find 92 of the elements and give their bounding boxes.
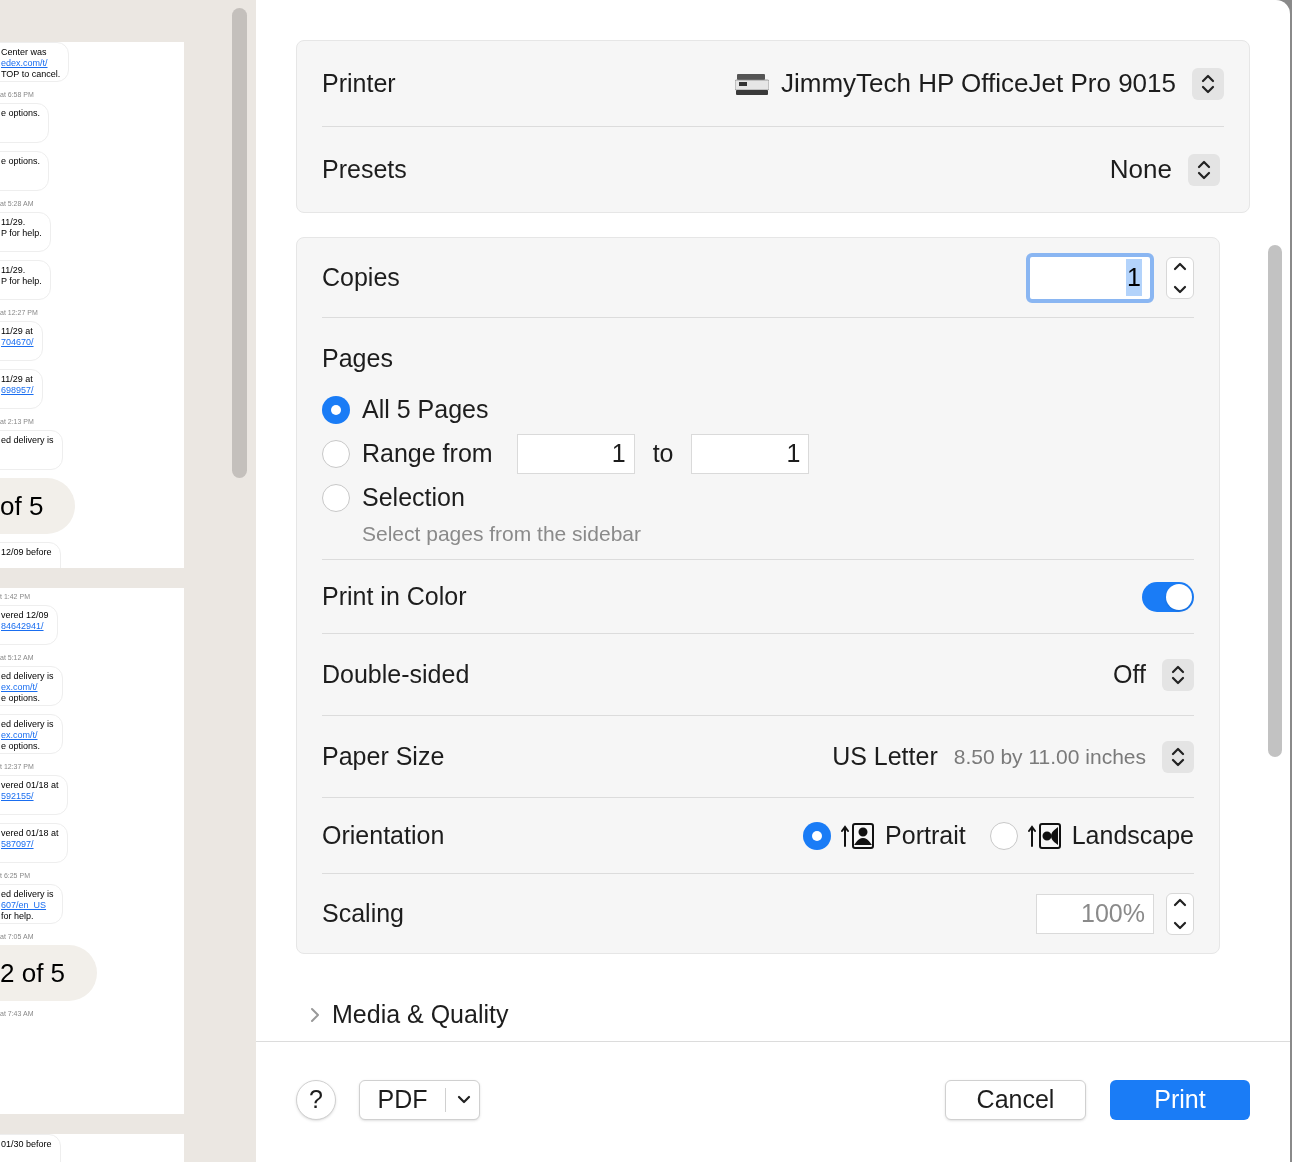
setting-label: Printer <box>322 67 396 99</box>
message-text: ed delivery is <box>1 435 54 446</box>
pdf-menu-button[interactable]: PDF <box>359 1080 480 1120</box>
cancel-button[interactable]: Cancel <box>945 1080 1086 1120</box>
message-link[interactable]: 587097/ <box>1 839 34 850</box>
toggle-switch[interactable] <box>1142 581 1194 612</box>
message-link[interactable]: edex.com/t/ <box>1 58 48 69</box>
message-text: 11/29. <box>1 217 26 228</box>
range-from-field[interactable]: 1 <box>516 433 635 474</box>
chevron-up-icon <box>1173 261 1187 271</box>
scrollbar-thumb[interactable] <box>232 8 247 478</box>
landscape-orientation-icon <box>1027 821 1062 850</box>
chevron-down-icon <box>457 1095 471 1105</box>
stepper-button[interactable] <box>1188 153 1220 186</box>
message-text: e options. <box>1 156 41 167</box>
message-text: vered 01/18 at <box>1 780 59 791</box>
page-thumbnail[interactable]: 01/30 before <box>0 1134 184 1162</box>
page-thumbnail[interactable] <box>0 42 184 568</box>
printer-icon <box>735 71 769 96</box>
message-text: ed delivery is <box>1 889 54 900</box>
message-text: e options. <box>1 741 41 752</box>
radio-button[interactable] <box>803 821 832 850</box>
message-link[interactable]: 607/en_US <box>1 900 47 911</box>
setting-label: Print in Color <box>322 580 467 612</box>
setting-label: Copies <box>322 261 400 293</box>
message-text: TOP to cancel. <box>1 69 61 80</box>
up-down-chevron-icon <box>1171 745 1185 768</box>
chevron-up-icon <box>1173 897 1187 907</box>
radio-button[interactable] <box>322 439 350 468</box>
media-quality-disclosure[interactable]: Media & Quality <box>310 996 509 1034</box>
radio-button[interactable] <box>322 483 350 512</box>
setting-label: Pages <box>322 343 394 374</box>
message-link[interactable]: 84642941/ <box>1 621 44 632</box>
setting-label: Scaling <box>322 897 404 929</box>
message-link[interactable]: ex.com/t/ <box>1 730 38 741</box>
message-text: vered 12/09 <box>1 610 49 621</box>
up-down-chevron-icon <box>1197 158 1211 181</box>
copies-field[interactable]: 1 <box>1026 252 1154 303</box>
scaling-field[interactable]: 100% <box>1036 893 1154 934</box>
message-link[interactable]: ex.com/t/ <box>1 682 38 693</box>
paper-size-value: US Letter <box>832 740 938 772</box>
portrait-orientation-icon <box>841 821 876 850</box>
message-text: e options. <box>1 693 41 704</box>
stepper-button[interactable] <box>1192 67 1224 100</box>
message-text: 11/29. <box>1 265 26 276</box>
page-thumbnail[interactable] <box>0 588 184 1114</box>
up-down-chevron-icon <box>1171 663 1185 686</box>
stepper-button[interactable] <box>1162 740 1194 773</box>
page-number-badge: 2 of 5 <box>0 945 98 1001</box>
stepper-control[interactable] <box>1166 256 1194 299</box>
stepper-control[interactable] <box>1166 892 1194 935</box>
help-button[interactable]: ? <box>296 1080 336 1120</box>
range-to-field[interactable]: 1 <box>691 433 810 474</box>
message-text: e options. <box>1 108 41 119</box>
paper-size-detail: 8.50 by 11.00 inches <box>953 743 1146 770</box>
setting-label: Paper Size <box>322 740 445 772</box>
printer-value: JimmyTech HP OfficeJet Pro 9015 <box>781 67 1176 100</box>
message-text: for help. <box>1 911 34 922</box>
message-text: 12/09 before <box>1 547 52 558</box>
setting-label: Double-sided <box>322 658 470 690</box>
chevron-down-icon <box>1173 284 1187 294</box>
radio-label: Landscape <box>1071 819 1194 851</box>
message-text: 11/29 at <box>1 326 33 337</box>
message-text: 11/29 at <box>1 374 33 385</box>
selection-hint: Select pages from the sidebar <box>362 520 642 547</box>
page-number-badge: of 5 <box>0 478 76 534</box>
presets-value: None <box>1109 153 1172 186</box>
message-text: P for help. <box>1 228 42 239</box>
up-down-chevron-icon <box>1201 72 1215 95</box>
setting-label: Orientation <box>322 819 445 851</box>
message-text: vered 01/18 at <box>1 828 59 839</box>
message-text: ed delivery is <box>1 671 54 682</box>
message-link[interactable]: 592155/ <box>1 791 34 802</box>
double-sided-value: Off <box>1113 658 1146 690</box>
radio-button[interactable] <box>322 395 350 424</box>
radio-label: Portrait <box>885 819 966 851</box>
message-text: Center was <box>1 47 47 58</box>
scrollbar-thumb[interactable] <box>1268 245 1282 757</box>
print-button[interactable]: Print <box>1110 1080 1250 1120</box>
range-to-label: to <box>652 437 674 469</box>
message-text: 01/30 before <box>1 1139 52 1150</box>
radio-label: Range from <box>362 437 493 469</box>
radio-label: All 5 Pages <box>362 393 489 425</box>
radio-label: Selection <box>362 481 465 513</box>
chevron-down-icon <box>1173 920 1187 930</box>
message-link[interactable]: 704670/ <box>1 337 34 348</box>
message-link[interactable]: 698957/ <box>1 385 34 396</box>
setting-label: Presets <box>322 153 407 185</box>
stepper-button[interactable] <box>1162 658 1194 691</box>
message-text: P for help. <box>1 276 42 287</box>
message-text: ed delivery is <box>1 719 54 730</box>
radio-button[interactable] <box>989 821 1018 850</box>
